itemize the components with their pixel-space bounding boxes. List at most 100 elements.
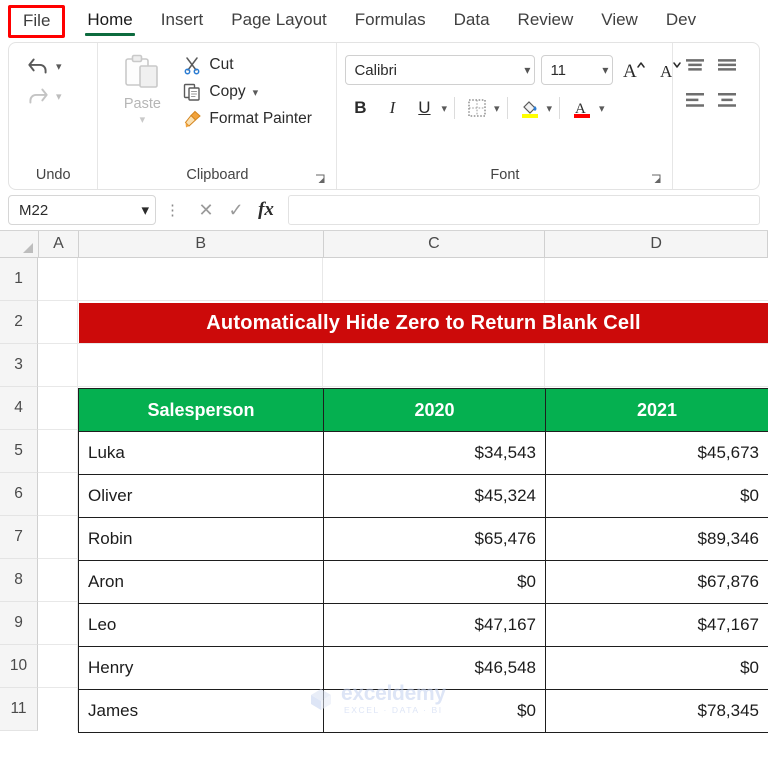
table-header-salesperson[interactable]: Salesperson — [78, 388, 324, 432]
copy-button-label: Copy — [209, 83, 246, 100]
ribbon-tab-bar: File Home Insert Page Layout Formulas Da… — [0, 0, 768, 42]
column-header-a[interactable]: A — [38, 231, 79, 257]
column-header-c[interactable]: C — [323, 231, 546, 257]
table-row: James $0 $78,345 — [78, 689, 768, 733]
align-top-icon[interactable] — [681, 57, 709, 80]
cell-2020[interactable]: $45,324 — [323, 474, 546, 518]
underline-dropdown-chevron-down-icon[interactable]: ▾ — [441, 102, 447, 115]
cell-2020[interactable]: $65,476 — [323, 517, 546, 561]
table-header-2020[interactable]: 2020 — [323, 388, 546, 432]
enter-check-icon[interactable]: ✓ — [226, 200, 246, 221]
font-size-chevron-down-icon[interactable]: ▾ — [598, 63, 608, 77]
select-all-corner-icon[interactable] — [0, 231, 39, 257]
cancel-x-icon[interactable]: ✕ — [196, 200, 216, 221]
font-name-combobox[interactable]: Calibri ▾ — [345, 55, 536, 85]
cell-salesperson[interactable]: Robin — [78, 517, 324, 561]
align-middle-icon[interactable] — [713, 57, 741, 80]
ribbon-tab-developer[interactable]: Dev — [652, 4, 710, 38]
ribbon-tab-page-layout[interactable]: Page Layout — [217, 4, 340, 38]
ribbon-tab-insert[interactable]: Insert — [147, 4, 218, 38]
sheet-cells-area[interactable]: Automatically Hide Zero to Return Blank … — [38, 258, 768, 733]
ribbon-tab-file[interactable]: File — [8, 4, 66, 38]
paste-dropdown-chevron-down-icon[interactable]: ▾ — [140, 113, 146, 126]
undo-dropdown-chevron-down-icon[interactable]: ▾ — [56, 60, 62, 73]
row-header-4[interactable]: 4 — [0, 387, 38, 430]
ribbon-tab-review[interactable]: Review — [504, 4, 588, 38]
name-box-chevron-down-icon[interactable]: ▾ — [141, 201, 149, 219]
fill-color-icon[interactable] — [515, 93, 545, 123]
cell-2020[interactable]: $0 — [323, 689, 546, 733]
cell-2020[interactable]: $34,543 — [323, 431, 546, 475]
borders-icon[interactable] — [462, 93, 492, 123]
cell-2021[interactable]: $0 — [545, 474, 768, 518]
table-header-2021[interactable]: 2021 — [545, 388, 768, 432]
cell-2021[interactable]: $89,346 — [545, 517, 768, 561]
ribbon-tab-formulas[interactable]: Formulas — [341, 4, 440, 38]
underline-button[interactable]: U — [409, 93, 439, 123]
column-header-b[interactable]: B — [78, 231, 324, 257]
cell-salesperson[interactable]: Oliver — [78, 474, 324, 518]
row-header-6[interactable]: 6 — [0, 473, 38, 516]
copy-dropdown-chevron-down-icon[interactable]: ▾ — [253, 86, 259, 99]
title-banner[interactable]: Automatically Hide Zero to Return Blank … — [79, 303, 768, 343]
table-row: Henry $46,548 $0 — [78, 646, 768, 690]
insert-function-fx-icon[interactable]: fx — [256, 199, 276, 221]
row-header-8[interactable]: 8 — [0, 559, 38, 602]
format-painter-button[interactable]: Format Painter — [182, 109, 312, 129]
increase-font-size-icon[interactable]: A — [619, 55, 649, 85]
vertical-dots-icon[interactable]: ⋮ — [162, 201, 184, 219]
column-header-d[interactable]: D — [545, 231, 768, 257]
undo-arrow-icon[interactable] — [25, 53, 51, 79]
ribbon-tab-home[interactable]: Home — [73, 4, 146, 38]
cell-salesperson[interactable]: Leo — [78, 603, 324, 647]
row-header-11[interactable]: 11 — [0, 688, 38, 731]
copy-button[interactable]: Copy ▾ — [182, 82, 312, 102]
font-size-value: 11 — [550, 61, 567, 79]
name-box-value: M22 — [19, 201, 49, 219]
redo-dropdown-chevron-down-icon[interactable]: ▾ — [56, 90, 62, 103]
paste-button[interactable]: Paste ▾ — [106, 49, 178, 126]
row-header-1[interactable]: 1 — [0, 258, 38, 301]
formula-input[interactable] — [288, 195, 760, 225]
cell-2021[interactable]: $78,345 — [545, 689, 768, 733]
row-header-3[interactable]: 3 — [0, 344, 38, 387]
font-color-icon[interactable]: A — [567, 93, 597, 123]
cut-button[interactable]: Cut — [182, 55, 312, 75]
align-left-icon[interactable] — [681, 92, 709, 115]
cell-2020[interactable]: $46,548 — [323, 646, 546, 690]
name-box[interactable]: M22 ▾ — [8, 195, 156, 225]
row-header-5[interactable]: 5 — [0, 430, 38, 473]
sales-data-table: Salesperson 2020 2021 Luka $34,543 $45,6… — [78, 388, 768, 733]
cell-2021[interactable]: $45,673 — [545, 431, 768, 475]
paste-button-label: Paste — [123, 96, 161, 112]
cell-2020[interactable]: $0 — [323, 560, 546, 604]
cell-2020[interactable]: $47,167 — [323, 603, 546, 647]
cell-salesperson[interactable]: Luka — [78, 431, 324, 475]
row-header-7[interactable]: 7 — [0, 516, 38, 559]
cell-2021[interactable]: $47,167 — [545, 603, 768, 647]
cell-salesperson[interactable]: James — [78, 689, 324, 733]
bold-button[interactable]: B — [345, 93, 375, 123]
ribbon-tab-view[interactable]: View — [587, 4, 652, 38]
row-header-9[interactable]: 9 — [0, 602, 38, 645]
fill-color-dropdown-chevron-down-icon[interactable]: ▾ — [547, 102, 553, 115]
redo-arrow-icon[interactable] — [25, 83, 51, 109]
column-header-row: A B C D — [0, 231, 768, 258]
clipboard-dialog-launcher-icon[interactable] — [314, 173, 326, 185]
cell-2021[interactable]: $0 — [545, 646, 768, 690]
align-center-icon[interactable] — [713, 92, 741, 115]
italic-button[interactable]: I — [377, 93, 407, 123]
font-dialog-launcher-icon[interactable] — [650, 173, 662, 185]
cell-salesperson[interactable]: Aron — [78, 560, 324, 604]
font-size-combobox[interactable]: 11 ▾ — [541, 55, 614, 85]
ribbon-tab-developer-label: Dev — [665, 10, 697, 29]
formula-action-buttons: ✕ ✓ fx — [190, 199, 282, 221]
cell-2021[interactable]: $67,876 — [545, 560, 768, 604]
font-name-chevron-down-icon[interactable]: ▾ — [520, 63, 530, 77]
borders-dropdown-chevron-down-icon[interactable]: ▾ — [494, 102, 500, 115]
cell-salesperson[interactable]: Henry — [78, 646, 324, 690]
font-color-dropdown-chevron-down-icon[interactable]: ▾ — [599, 102, 605, 115]
ribbon-tab-data[interactable]: Data — [440, 4, 504, 38]
row-header-2[interactable]: 2 — [0, 301, 38, 344]
row-header-10[interactable]: 10 — [0, 645, 38, 688]
